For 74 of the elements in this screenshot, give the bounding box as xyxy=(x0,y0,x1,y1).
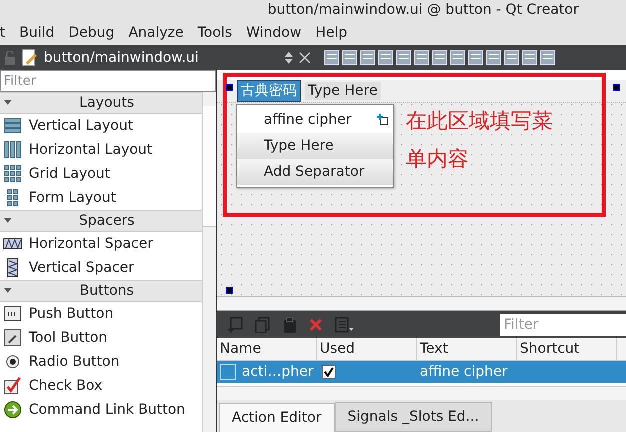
widget-item[interactable]: Grid Layout xyxy=(29,166,110,182)
column-header[interactable]: Used xyxy=(317,338,417,360)
scrollbar[interactable] xyxy=(202,92,216,432)
menu-item[interactable]: Window xyxy=(246,24,302,40)
menu-item[interactable]: Help xyxy=(316,24,348,40)
widget-item[interactable]: Vertical Layout xyxy=(29,118,134,134)
layout-tool-icon[interactable] xyxy=(358,48,377,66)
filter-field[interactable]: Filter xyxy=(500,314,626,336)
lock-icon xyxy=(4,50,16,64)
columns-icon xyxy=(3,140,23,160)
category-title: Spacers xyxy=(78,213,136,229)
widget-item[interactable]: Horizontal Layout xyxy=(29,142,153,158)
category-header[interactable]: Buttons xyxy=(0,280,202,302)
category-header[interactable]: Spacers xyxy=(0,210,202,232)
category-title: Buttons xyxy=(78,283,136,299)
menu-item[interactable]: Analyze xyxy=(128,24,184,40)
selection-handle[interactable] xyxy=(226,84,233,91)
table-cell: acti…pher xyxy=(242,364,314,380)
list-menu-icon[interactable] xyxy=(335,316,355,332)
widget-item[interactable]: Vertical Spacer xyxy=(29,260,134,276)
menu-entry[interactable]: Type Here xyxy=(305,82,381,100)
checkbox[interactable] xyxy=(322,365,336,379)
selection-handle[interactable] xyxy=(226,287,233,294)
layout-tool-icon[interactable] xyxy=(322,48,341,66)
menu-item[interactable]: Tools xyxy=(198,24,232,40)
column-header[interactable]: Shortcut xyxy=(517,338,617,360)
selection-handle[interactable] xyxy=(613,84,620,91)
layout-tool-icon[interactable] xyxy=(538,48,557,66)
menu-item[interactable]: t xyxy=(0,24,6,40)
widget-item[interactable]: Form Layout xyxy=(29,190,116,206)
layout-tool-icon[interactable] xyxy=(430,48,449,66)
filter-field[interactable]: Filter xyxy=(0,70,216,92)
layout-tool-icon[interactable] xyxy=(340,48,359,66)
category-title: Layouts xyxy=(78,95,136,111)
layout-tool-icon[interactable] xyxy=(376,48,395,66)
widget-item[interactable]: Command Link Button xyxy=(29,402,186,418)
layout-tool-icon[interactable] xyxy=(394,48,413,66)
table-cell: affine cipher xyxy=(420,364,508,380)
scrollbar[interactable] xyxy=(217,296,626,310)
layout-tool-icon[interactable] xyxy=(520,48,539,66)
menu-option[interactable]: Type Here xyxy=(237,133,393,159)
arrow-circle-icon xyxy=(3,400,23,420)
up-down-arrows-icon[interactable] xyxy=(284,50,293,64)
widget-item[interactable]: Tool Button xyxy=(29,330,108,346)
add-submenu-icon xyxy=(377,114,389,126)
widget-item[interactable]: Horizontal Spacer xyxy=(29,236,154,252)
widget-item[interactable]: Check Box xyxy=(29,378,103,394)
file-name[interactable]: button/mainwindow.ui xyxy=(44,50,199,66)
menu-item[interactable]: Debug xyxy=(68,24,115,40)
widget-item[interactable]: Push Button xyxy=(29,306,114,322)
layout-tool-icon[interactable] xyxy=(448,48,467,66)
column-header[interactable]: Name xyxy=(217,338,317,360)
widget-item[interactable]: Radio Button xyxy=(29,354,120,370)
tab[interactable]: Action Editor xyxy=(219,403,335,432)
tab[interactable]: Signals _Slots Ed... xyxy=(334,402,492,432)
action-icon-frame xyxy=(220,364,236,380)
menu-option[interactable]: Add Separator xyxy=(237,159,393,185)
document-icon xyxy=(22,48,38,66)
grid-icon xyxy=(3,164,23,184)
annotation-text: 在此区域填写菜单内容 xyxy=(406,108,554,173)
table-row[interactable]: acti…pher affine cipher xyxy=(217,361,626,383)
layout-tool-icon[interactable] xyxy=(484,48,503,66)
menu-item[interactable]: Build xyxy=(20,24,55,40)
layout-tool-icon[interactable] xyxy=(412,48,431,66)
menu-entry[interactable]: 古典密码 xyxy=(237,80,301,102)
scrollbar[interactable] xyxy=(217,386,626,400)
close-icon[interactable] xyxy=(298,52,311,64)
stacked-rows-icon xyxy=(3,116,23,136)
window-title: button/mainwindow.ui @ button - Qt Creator xyxy=(268,2,579,18)
category-header[interactable]: Layouts xyxy=(0,92,202,114)
checkmark-box-icon xyxy=(3,376,23,396)
column-header[interactable]: Text xyxy=(417,338,517,360)
layout-tool-icon[interactable] xyxy=(502,48,521,66)
layout-tool-icon[interactable] xyxy=(466,48,485,66)
